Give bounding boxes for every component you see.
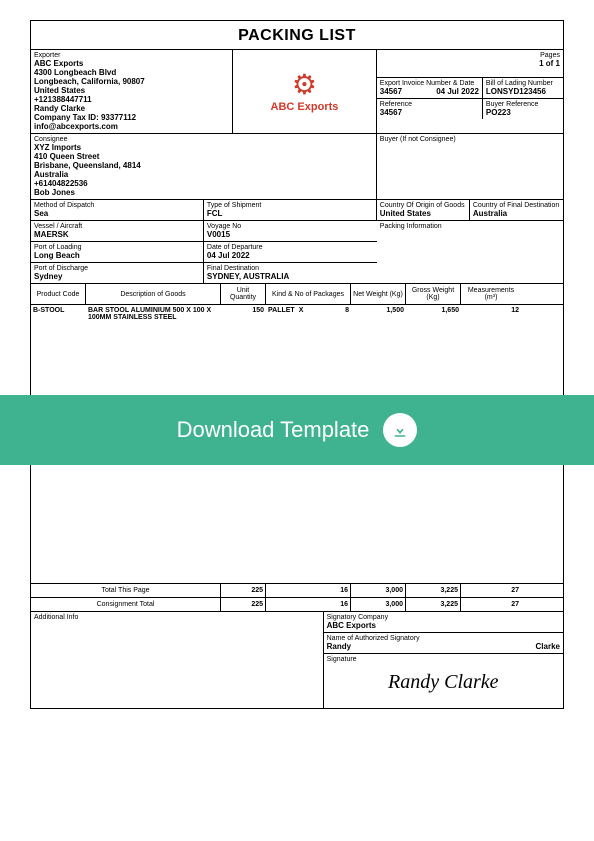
final-dest-value: SYDNEY, AUSTRALIA <box>207 272 374 281</box>
total-page-pkgs: 16 <box>266 584 351 597</box>
total-cons-net: 3,000 <box>351 598 406 611</box>
port-load-label: Port of Loading <box>34 244 200 251</box>
banner-text: Download Template <box>177 417 370 443</box>
sig-first: Randy <box>327 642 351 651</box>
ship-type-label: Type of Shipment <box>207 202 373 209</box>
consignee-phone: +61404822536 <box>34 179 373 188</box>
exporter-addr1: 4300 Longbeach Blvd <box>34 68 229 77</box>
exporter-label: Exporter <box>34 52 229 59</box>
signature-value: Randy Clarke <box>327 663 560 706</box>
packing-list-document: PACKING LIST Exporter ABC Exports 4300 L… <box>30 20 564 709</box>
col-net: Net Weight (Kg) <box>351 284 406 304</box>
col-kind: Kind & No of Packages <box>266 284 351 304</box>
exporter-name: ABC Exports <box>34 59 229 68</box>
total-page-net: 3,000 <box>351 584 406 597</box>
pages-value: 1 of 1 <box>380 59 560 68</box>
line-meas: 12 <box>461 305 521 323</box>
line-code: B-STOOL <box>31 305 86 323</box>
line-items-header: Product Code Description of Goods Unit Q… <box>31 283 563 304</box>
exporter-contact: Randy Clarke <box>34 104 229 113</box>
consignee-addr2: Brisbane, Queensland, 4814 <box>34 161 373 170</box>
consignee-label: Consignee <box>34 136 373 143</box>
total-page-gross: 3,225 <box>406 584 461 597</box>
total-page-qty: 225 <box>221 584 266 597</box>
col-product-code: Product Code <box>31 284 86 304</box>
line-gross: 1,650 <box>406 305 461 323</box>
sig-last: Clarke <box>536 642 560 651</box>
date-dep-label: Date of Departure <box>207 244 374 251</box>
totals-page-row: Total This Page 225 16 3,000 3,225 27 <box>31 583 563 597</box>
invoice-num: 34567 <box>380 87 402 96</box>
line-desc: BAR STOOL ALUMINIUM 500 X 100 X 100MM ST… <box>86 305 221 323</box>
col-qty: Unit Quantity <box>221 284 266 304</box>
origin-value: United States <box>380 209 466 218</box>
final-dest-country-label: Country of Final Destination <box>473 202 560 209</box>
total-cons-meas: 27 <box>461 598 521 611</box>
line-x: X <box>299 307 304 321</box>
ship-type-value: FCL <box>207 209 373 218</box>
vessel-value: MAERSK <box>34 230 200 239</box>
download-template-banner[interactable]: Download Template <box>0 395 594 465</box>
total-page-meas: 27 <box>461 584 521 597</box>
pages-label: Pages <box>380 52 560 59</box>
invoice-date: 04 Jul 2022 <box>436 87 479 96</box>
table-row: B-STOOL BAR STOOL ALUMINIUM 500 X 100 X … <box>31 304 563 323</box>
exporter-country: United States <box>34 86 229 95</box>
consignee-contact: Bob Jones <box>34 188 373 197</box>
col-meas: Measurements (m³) <box>461 284 521 304</box>
exporter-addr2: Longbeach, California, 90807 <box>34 77 229 86</box>
company-logo-text: ABC Exports <box>271 101 339 113</box>
total-cons-label: Consignment Total <box>31 598 221 611</box>
line-qty: 150 <box>221 305 266 323</box>
dispatch-value: Sea <box>34 209 200 218</box>
total-cons-gross: 3,225 <box>406 598 461 611</box>
consignee-country: Australia <box>34 170 373 179</box>
total-cons-pkgs: 16 <box>266 598 351 611</box>
total-page-label: Total This Page <box>31 584 221 597</box>
packing-info-label: Packing Information <box>380 223 560 230</box>
sig-company-value: ABC Exports <box>327 621 560 630</box>
line-net: 1,500 <box>351 305 406 323</box>
document-title: PACKING LIST <box>31 21 563 49</box>
port-disch-label: Port of Discharge <box>34 265 200 272</box>
line-pkgs: 8 <box>345 307 349 321</box>
signature-label: Signature <box>327 656 560 663</box>
col-description: Description of Goods <box>86 284 221 304</box>
buyer-ref-value: PO223 <box>486 108 560 117</box>
sig-company-label: Signatory Company <box>327 614 560 621</box>
exporter-email: info@abcexports.com <box>34 122 229 131</box>
bol-label: Bill of Lading Number <box>486 80 560 87</box>
additional-info-label: Additional Info <box>34 614 320 621</box>
buyer-ref-label: Buyer Reference <box>486 101 560 108</box>
voyage-label: Voyage No <box>207 223 374 230</box>
final-dest-country-value: Australia <box>473 209 560 218</box>
download-icon <box>383 413 417 447</box>
reference-value: 34567 <box>380 108 479 117</box>
totals-cons-row: Consignment Total 225 16 3,000 3,225 27 <box>31 597 563 611</box>
exporter-phone: +121388447711 <box>34 95 229 104</box>
origin-label: Country Of Origin of Goods <box>380 202 466 209</box>
reference-label: Reference <box>380 101 479 108</box>
bol-value: LONSYD123456 <box>486 87 560 96</box>
voyage-value: V0015 <box>207 230 374 239</box>
consignee-name: XYZ Imports <box>34 143 373 152</box>
consignee-addr1: 410 Queen Street <box>34 152 373 161</box>
gear-icon: ⚙ <box>292 71 317 99</box>
sig-name-label: Name of Authorized Signatory <box>327 635 560 642</box>
line-kind: PALLET <box>268 307 295 321</box>
dispatch-label: Method of Dispatch <box>34 202 200 209</box>
total-cons-qty: 225 <box>221 598 266 611</box>
invoice-label: Export Invoice Number & Date <box>380 80 479 87</box>
vessel-label: Vessel / Aircraft <box>34 223 200 230</box>
buyer-label: Buyer (If not Consignee) <box>380 136 560 143</box>
port-load-value: Long Beach <box>34 251 200 260</box>
port-disch-value: Sydney <box>34 272 200 281</box>
final-dest-label: Final Destination <box>207 265 374 272</box>
exporter-tax: Company Tax ID: 93377112 <box>34 113 229 122</box>
col-gross: Gross Weight (Kg) <box>406 284 461 304</box>
date-dep-value: 04 Jul 2022 <box>207 251 374 260</box>
